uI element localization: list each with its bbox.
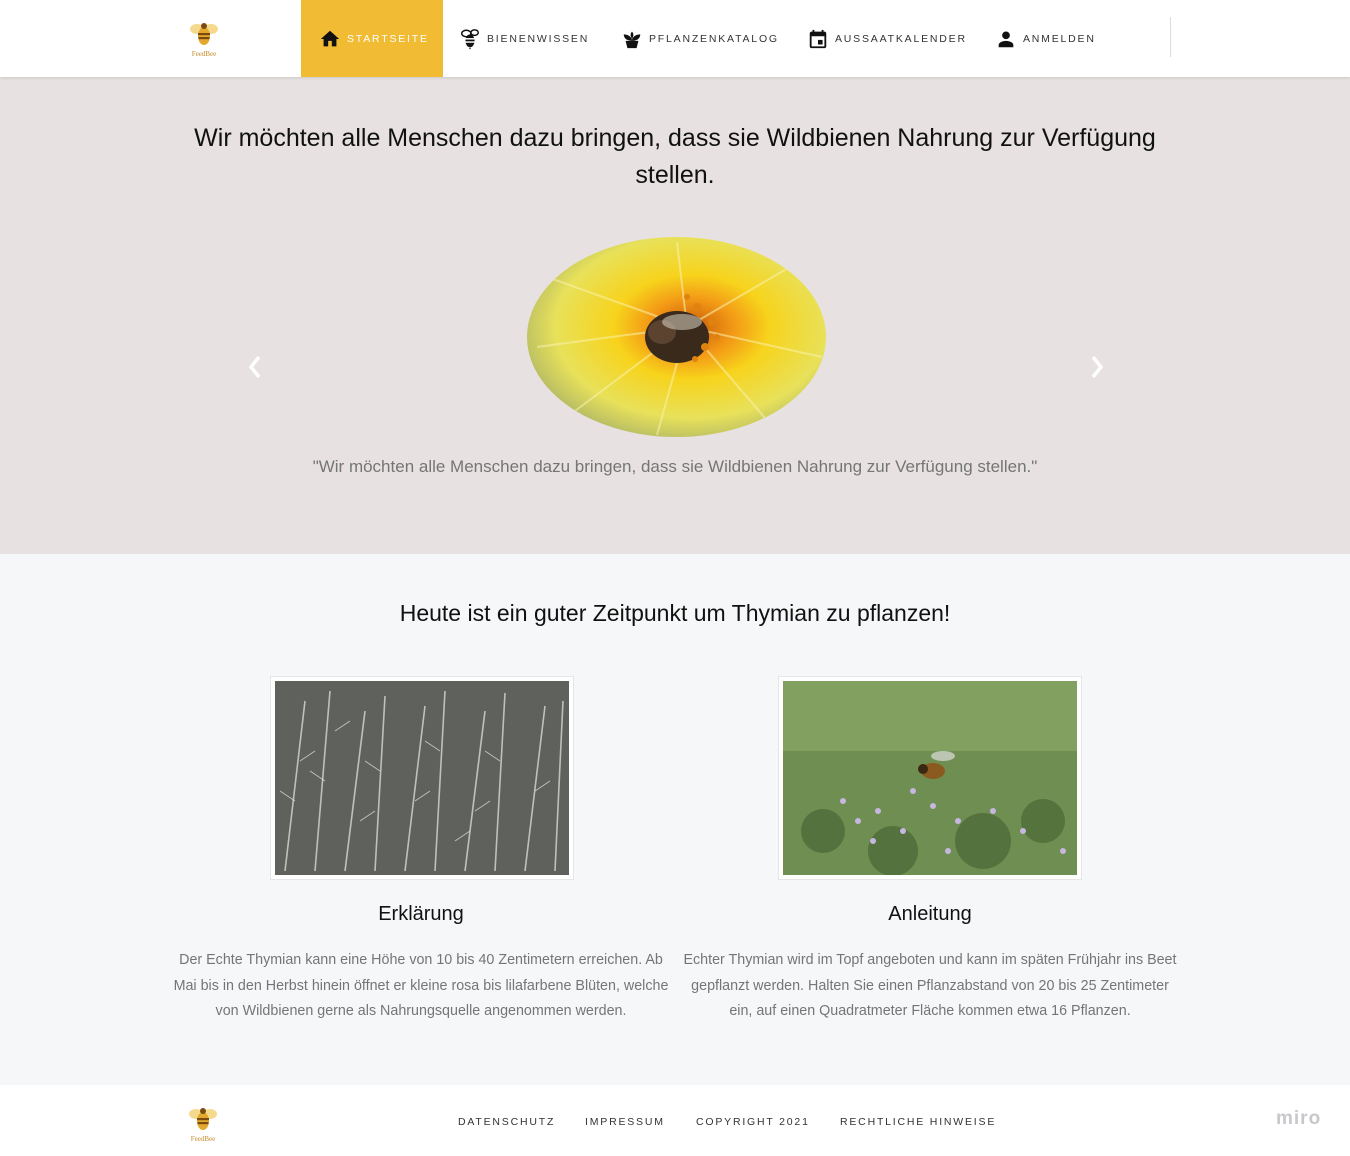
card-text-erklaerung: Der Echte Thymian kann eine Höhe von 10 … <box>173 952 669 1020</box>
nav-item-anmelden[interactable]: ANMELDEN <box>995 0 1096 77</box>
thyme-foliage-image <box>275 681 569 875</box>
nav-label-aussaatkalender: AUSSAATKALENDER <box>835 32 967 45</box>
potted-plant-icon <box>623 31 641 48</box>
nav-item-pflanzenkatalog[interactable]: PFLANZENKATALOG <box>621 0 779 77</box>
footer-link-datenschutz[interactable]: DATENSCHUTZ <box>458 1116 555 1128</box>
bee-on-thyme-image <box>783 681 1077 875</box>
card-title-anleitung: Anleitung <box>888 903 972 925</box>
nav-label-startseite: STARTSEITE <box>347 32 429 45</box>
bee-logo-icon <box>190 23 218 45</box>
nav-divider <box>1170 17 1171 57</box>
nav-item-bienenwissen[interactable]: BIENENWISSEN <box>459 0 589 77</box>
nav-label-anmelden: ANMELDEN <box>1023 32 1096 45</box>
nav-item-aussaatkalender[interactable]: AUSSAATKALENDER <box>807 0 967 77</box>
bee-on-flower-image <box>527 237 826 437</box>
calendar-icon <box>809 29 827 48</box>
carousel-slide-image <box>527 237 826 437</box>
plant-headline: Heute ist ein guter Zeitpunkt um Thymian… <box>399 600 951 626</box>
hero-carousel: Wir möchten alle Menschen dazu bringen, … <box>0 77 1350 554</box>
footer-logo-text: FeedBee <box>190 1135 216 1143</box>
top-navbar: FeedBee STARTSEITE BIENENWISSEN PFLANZEN… <box>0 0 1350 77</box>
hero-title: Wir möchten alle Menschen dazu bringen, … <box>194 124 1156 189</box>
bee-logo-icon <box>189 1108 217 1130</box>
chevron-right-icon <box>1091 355 1104 379</box>
carousel-next-button[interactable] <box>1086 353 1108 381</box>
carousel-prev-button[interactable] <box>244 353 266 381</box>
thyme-plant-photo <box>270 676 574 880</box>
home-icon <box>320 30 340 46</box>
logo-text: FeedBee <box>191 50 217 58</box>
chevron-left-icon <box>248 355 261 379</box>
nav-item-startseite[interactable]: STARTSEITE <box>301 0 443 77</box>
plant-recommendation-section: Heute ist ein guter Zeitpunkt um Thymian… <box>0 554 1350 1085</box>
page-footer: FeedBee DATENSCHUTZ IMPRESSUM COPYRIGHT … <box>0 1085 1350 1156</box>
footer-copyright: COPYRIGHT 2021 <box>696 1116 810 1128</box>
footer-link-rechtliche-hinweise[interactable]: RECHTLICHE HINWEISE <box>840 1116 996 1128</box>
feedbee-logo[interactable]: FeedBee <box>184 21 224 58</box>
nav-label-pflanzenkatalog: PFLANZENKATALOG <box>649 32 779 45</box>
thyme-with-bee-photo <box>778 676 1082 880</box>
card-title-erklaerung: Erklärung <box>378 903 464 925</box>
nav-label-bienenwissen: BIENENWISSEN <box>487 32 590 45</box>
user-icon <box>998 30 1014 47</box>
bee-icon <box>461 28 479 49</box>
footer-feedbee-logo[interactable]: FeedBee <box>184 1106 222 1143</box>
footer-link-impressum[interactable]: IMPRESSUM <box>585 1116 665 1128</box>
carousel-caption: "Wir möchten alle Menschen dazu bringen,… <box>312 457 1038 476</box>
miro-watermark: miro <box>1276 1108 1322 1129</box>
card-text-anleitung: Echter Thymian wird im Topf angeboten un… <box>683 952 1177 1020</box>
